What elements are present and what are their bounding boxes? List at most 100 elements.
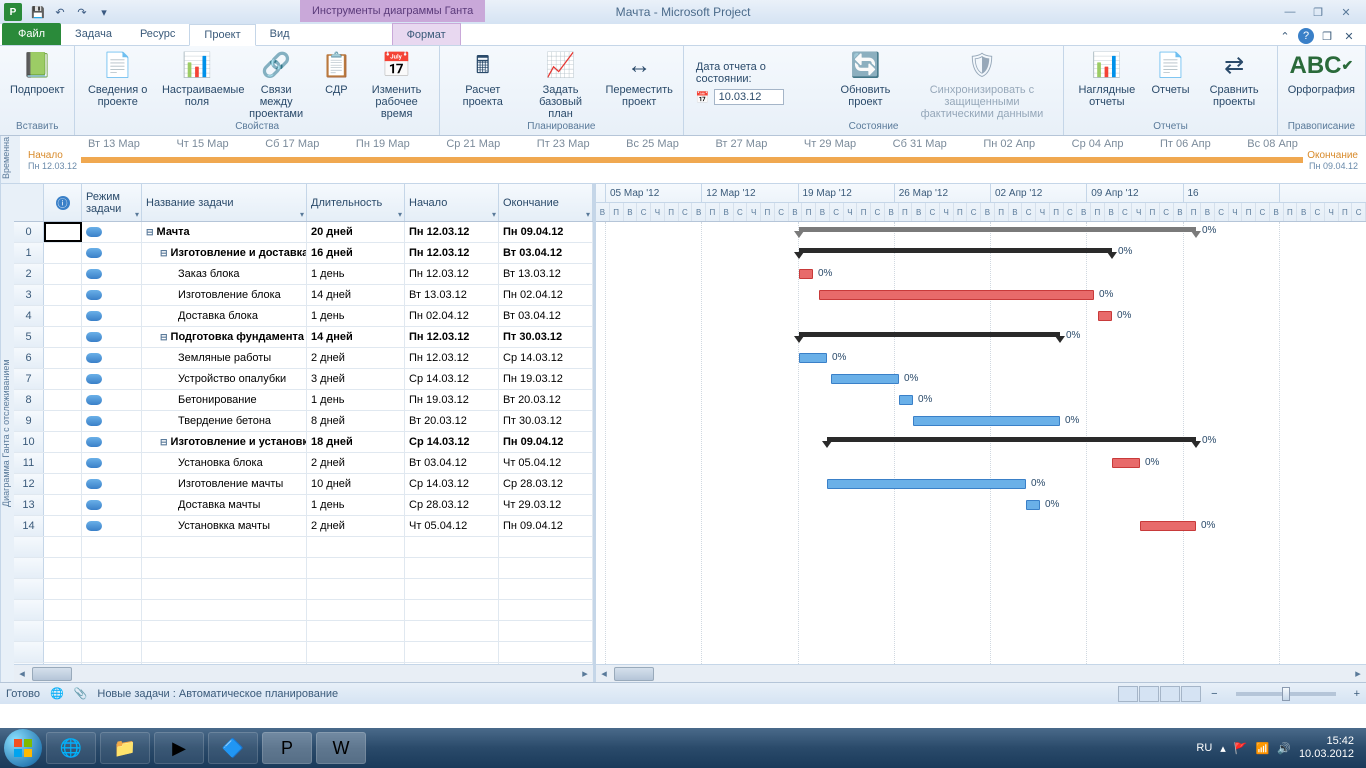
status-date-value[interactable]: 10.03.12 (714, 89, 784, 105)
window-restore-icon[interactable]: ❐ (1318, 27, 1336, 45)
task-bar[interactable]: 0% (831, 374, 899, 384)
cell-info[interactable] (44, 453, 82, 473)
row-number[interactable]: 5 (14, 327, 44, 347)
table-row[interactable]: 9Твердение бетона8 днейВт 20.03.12Пт 30.… (14, 411, 593, 432)
cell-empty[interactable] (405, 579, 499, 599)
cell-empty[interactable] (307, 621, 405, 641)
cell-name[interactable]: Устройство опалубки (142, 369, 307, 389)
cell-empty[interactable] (82, 642, 142, 662)
task-bar[interactable]: 0% (1112, 458, 1140, 468)
table-row[interactable] (14, 579, 593, 600)
cell-start[interactable]: Ср 14.03.12 (405, 432, 499, 452)
cell-end[interactable]: Ср 14.03.12 (499, 348, 593, 368)
cell-mode[interactable] (82, 306, 142, 326)
cell-mode[interactable] (82, 516, 142, 536)
cell-empty[interactable] (307, 600, 405, 620)
table-row[interactable]: 8Бетонирование1 деньПн 19.03.12Вт 20.03.… (14, 390, 593, 411)
cell-info[interactable] (44, 495, 82, 515)
tab-project[interactable]: Проект (189, 24, 255, 46)
table-row[interactable] (14, 558, 593, 579)
cell-empty[interactable] (82, 621, 142, 641)
summary-bar[interactable]: 0% (799, 227, 1196, 239)
cell-info[interactable] (44, 243, 82, 263)
cell-empty[interactable] (405, 621, 499, 641)
cell-info[interactable] (44, 474, 82, 494)
outline-toggle-icon[interactable]: ⊟ (160, 332, 168, 343)
table-row[interactable]: 14Установкка мачты2 днейЧт 05.04.12Пн 09… (14, 516, 593, 537)
th-start[interactable]: Начало▾ (405, 184, 499, 221)
zoom-out-icon[interactable]: − (1211, 688, 1217, 700)
cell-start[interactable]: Пн 02.04.12 (405, 306, 499, 326)
cell-empty[interactable] (142, 558, 307, 578)
summary-bar[interactable]: 0% (799, 332, 1060, 344)
cell-start[interactable]: Вт 20.03.12 (405, 411, 499, 431)
cell-end[interactable]: Вт 13.03.12 (499, 264, 593, 284)
table-row[interactable]: 4Доставка блока1 деньПн 02.04.12Вт 03.04… (14, 306, 593, 327)
table-row[interactable]: 10⊟Изготовление и установка18 днейСр 14.… (14, 432, 593, 453)
row-number[interactable] (14, 621, 44, 641)
cell-mode[interactable] (82, 453, 142, 473)
reports-button[interactable]: 📄Отчеты (1147, 48, 1193, 98)
wbs-button[interactable]: 📋СДР (316, 48, 356, 98)
taskbar-ie[interactable]: 🌐 (46, 732, 96, 764)
cell-empty[interactable] (142, 600, 307, 620)
row-number[interactable] (14, 558, 44, 578)
th-mode[interactable]: Режим задачи▾ (82, 184, 142, 221)
row-number[interactable]: 4 (14, 306, 44, 326)
row-number[interactable]: 9 (14, 411, 44, 431)
project-info-button[interactable]: 📄Сведения о проекте (81, 48, 153, 110)
cell-name[interactable]: ⊟Мачта (142, 222, 307, 242)
summary-bar[interactable]: 0% (799, 248, 1112, 260)
cell-end[interactable]: Ср 28.03.12 (499, 474, 593, 494)
cell-start[interactable]: Ср 14.03.12 (405, 369, 499, 389)
calculate-button[interactable]: 🖩Расчет проекта (446, 48, 520, 110)
update-project-button[interactable]: 🔄Обновить проект (828, 48, 903, 110)
cell-end[interactable]: Пн 09.04.12 (499, 432, 593, 452)
cell-info[interactable] (44, 222, 82, 242)
table-row[interactable]: 3Изготовление блока14 днейВт 13.03.12Пн … (14, 285, 593, 306)
cell-end[interactable]: Вт 20.03.12 (499, 390, 593, 410)
cell-empty[interactable] (142, 621, 307, 641)
task-bar[interactable]: 0% (1026, 500, 1040, 510)
cell-mode[interactable] (82, 243, 142, 263)
cell-start[interactable]: Пн 12.03.12 (405, 222, 499, 242)
table-row[interactable] (14, 642, 593, 663)
view-resource-sheet-button[interactable] (1181, 686, 1201, 702)
cell-end[interactable]: Пт 30.03.12 (499, 411, 593, 431)
cell-empty[interactable] (499, 642, 593, 662)
cell-empty[interactable] (82, 579, 142, 599)
cell-duration[interactable]: 2 дней (307, 348, 405, 368)
cell-empty[interactable] (405, 537, 499, 557)
tray-lang[interactable]: RU (1196, 742, 1212, 754)
cell-start[interactable]: Пн 12.03.12 (405, 327, 499, 347)
table-row[interactable]: 2Заказ блока1 деньПн 12.03.12Вт 13.03.12 (14, 264, 593, 285)
minimize-ribbon-icon[interactable]: ⌃ (1276, 27, 1294, 45)
app-logo-icon[interactable]: P (4, 3, 22, 21)
row-number[interactable]: 7 (14, 369, 44, 389)
tab-resource[interactable]: Ресурс (126, 23, 189, 45)
cell-end[interactable]: Вт 03.04.12 (499, 243, 593, 263)
redo-icon[interactable]: ↷ (72, 2, 92, 22)
timeline-bar[interactable] (81, 157, 1303, 163)
outline-toggle-icon[interactable]: ⊟ (146, 227, 154, 238)
cell-empty[interactable] (499, 537, 593, 557)
cell-end[interactable]: Пн 19.03.12 (499, 369, 593, 389)
chevron-down-icon[interactable]: ▾ (492, 210, 496, 219)
cell-duration[interactable]: 1 день (307, 306, 405, 326)
cell-mode[interactable] (82, 474, 142, 494)
cell-name[interactable]: Изготовление блока (142, 285, 307, 305)
zoom-slider[interactable] (1236, 692, 1336, 696)
cell-duration[interactable]: 1 день (307, 495, 405, 515)
cell-duration[interactable]: 8 дней (307, 411, 405, 431)
cell-mode[interactable] (82, 327, 142, 347)
task-bar[interactable]: 0% (819, 290, 1094, 300)
scroll-thumb[interactable] (614, 667, 654, 681)
row-number[interactable]: 12 (14, 474, 44, 494)
table-row[interactable]: 13Доставка мачты1 деньСр 28.03.12Чт 29.0… (14, 495, 593, 516)
table-row[interactable]: 1⊟Изготовление и доставка блока16 днейПн… (14, 243, 593, 264)
baseline-button[interactable]: 📈Задать базовый план (524, 48, 598, 122)
cell-info[interactable] (44, 369, 82, 389)
cell-empty[interactable] (405, 642, 499, 662)
cell-empty[interactable] (44, 600, 82, 620)
minimize-icon[interactable]: — (1280, 4, 1300, 20)
